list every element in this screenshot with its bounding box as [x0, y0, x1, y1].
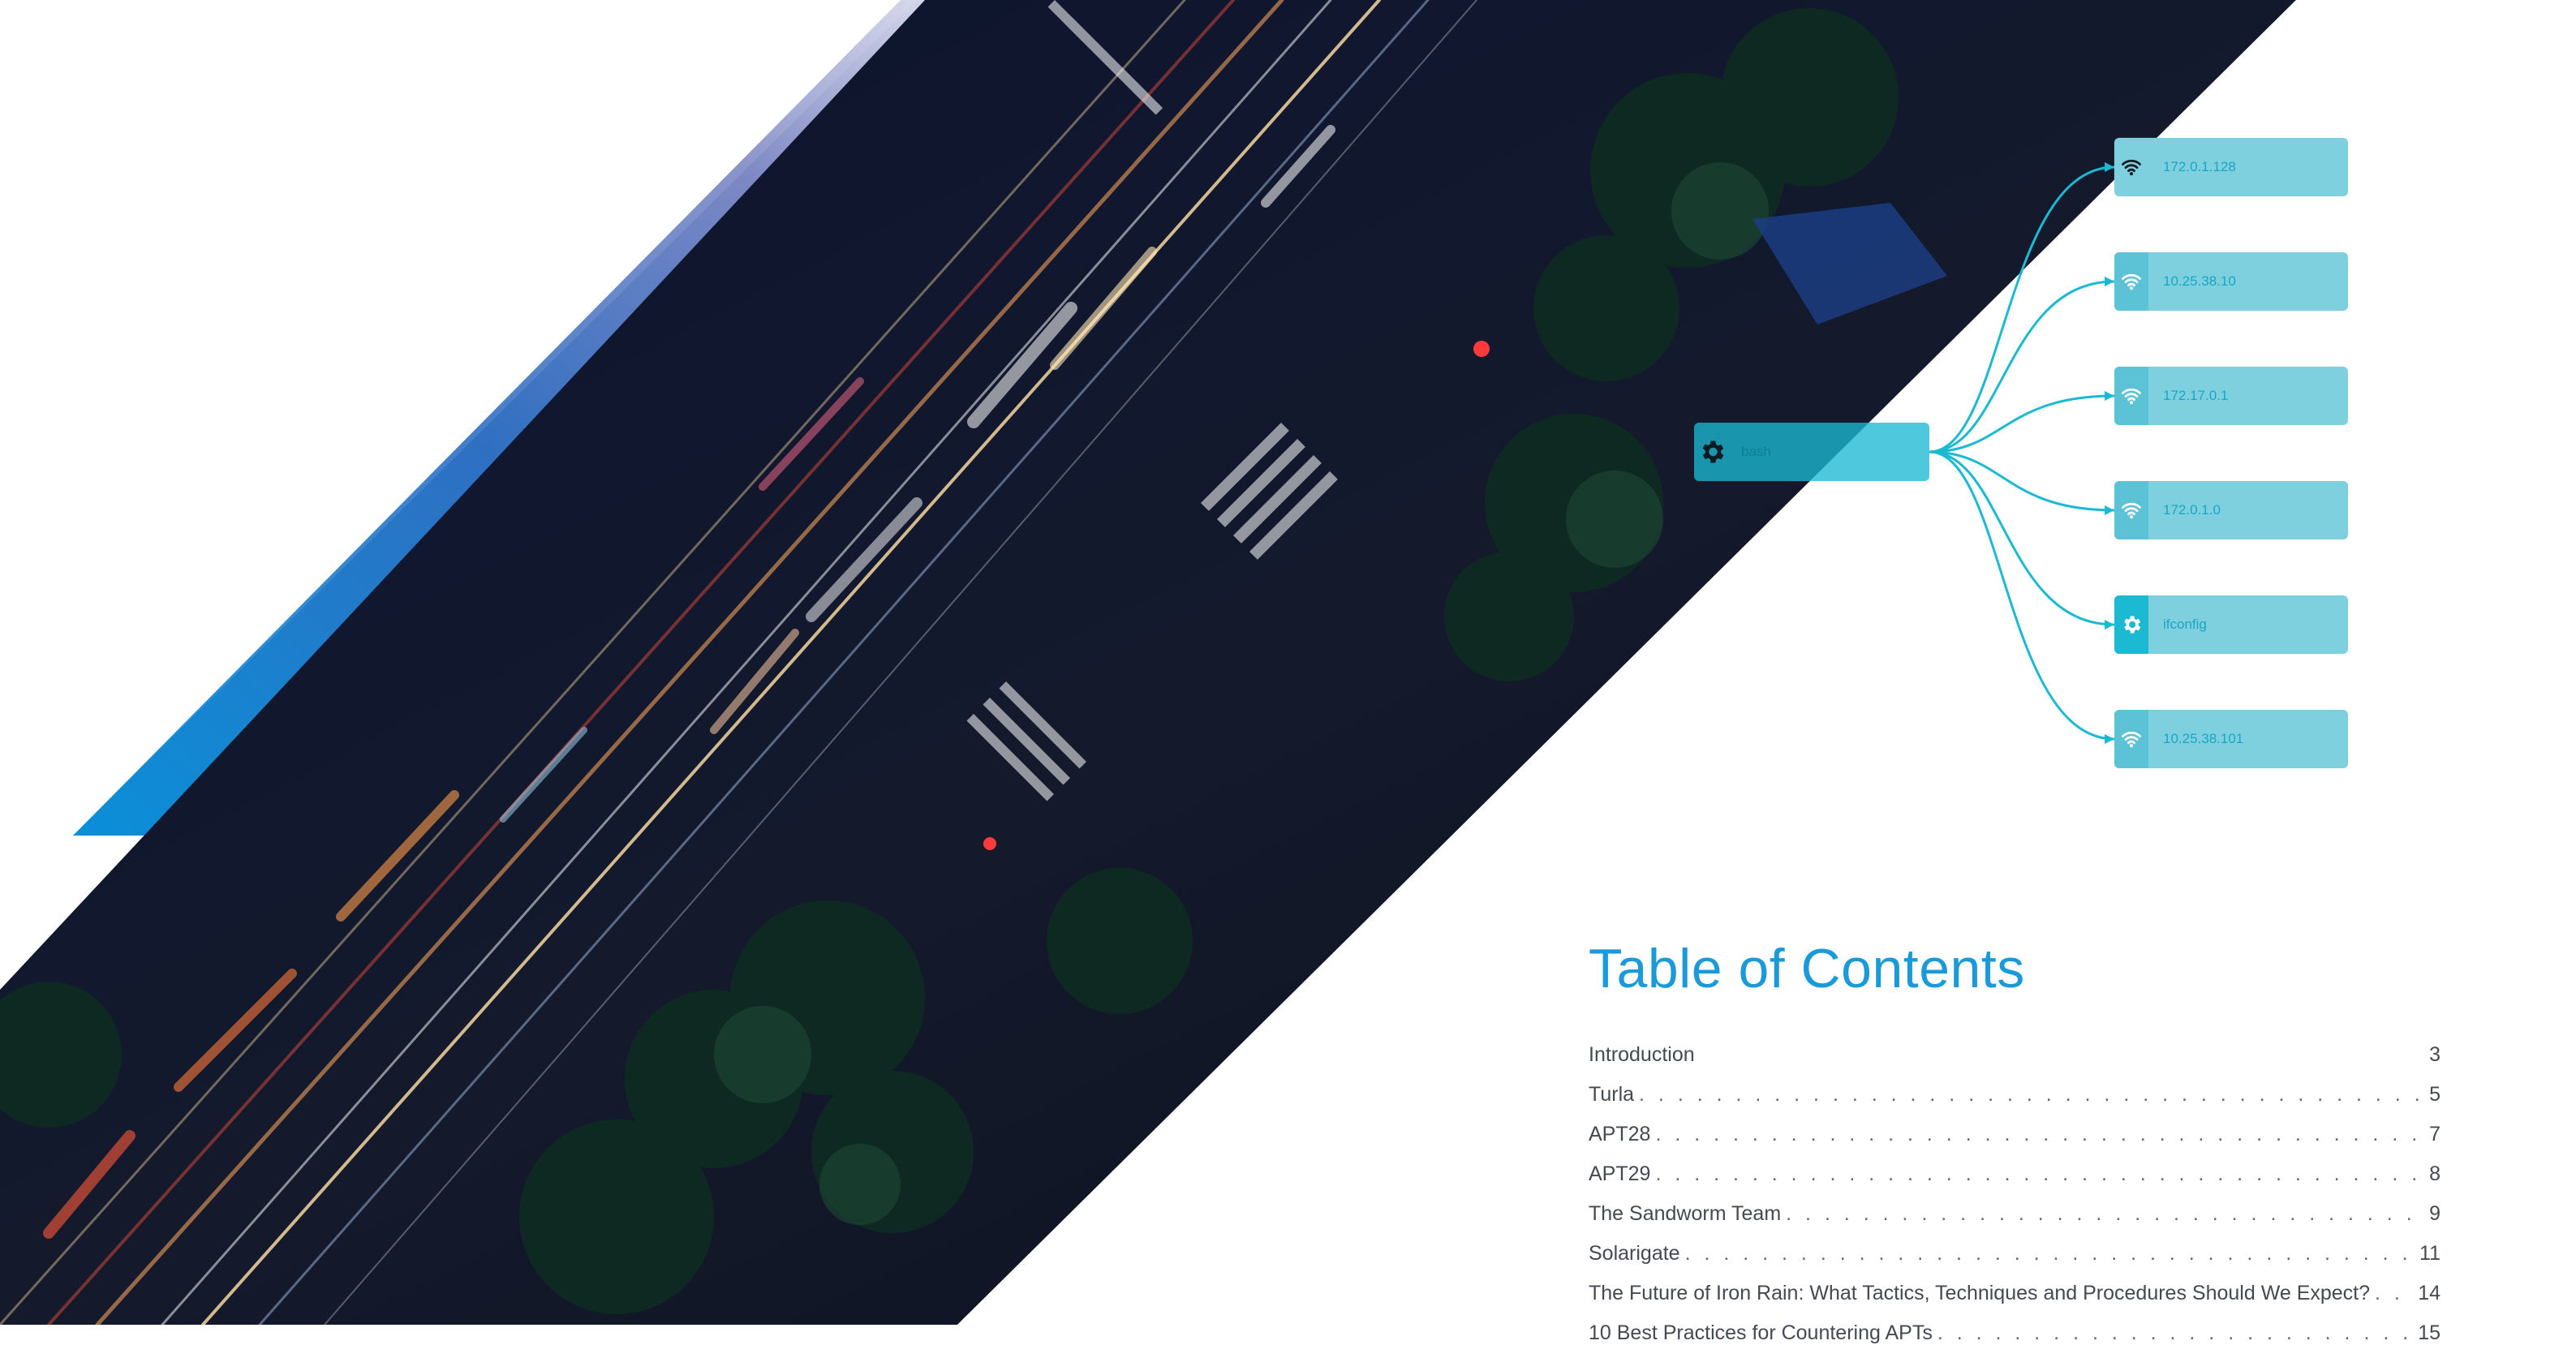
- toc-leader: . . . . . . . . . . . . . . . . . . . . …: [2375, 1282, 2413, 1304]
- toc-entry-page: 15: [2418, 1321, 2441, 1344]
- toc-entry[interactable]: APT28 . . . . . . . . . . . . . . . . . …: [1589, 1107, 2441, 1146]
- toc-entry-page: 8: [2429, 1162, 2441, 1185]
- wifi-icon: [2122, 388, 2141, 405]
- toc-leader: . . . . . . . . . . . . . . . . . . . . …: [1639, 1083, 2424, 1106]
- toc-entry[interactable]: The Sandworm Team . . . . . . . . . . . …: [1589, 1186, 2441, 1226]
- toc-entry-title: 10 Best Practices for Countering APTs: [1589, 1321, 1933, 1344]
- toc-entry-title: APT28: [1589, 1123, 1651, 1145]
- toc-leader: . . . . . . . . . . . . . . . . . . . . …: [1786, 1202, 2424, 1225]
- target-node-label: 10.25.38.10: [2163, 273, 2236, 289]
- target-node-label: 172.0.1.128: [2163, 159, 2236, 174]
- toc-entry-title: Turla: [1589, 1083, 1635, 1106]
- toc-entry[interactable]: Introduction . . . . . . . . . . . . . .…: [1589, 1027, 2441, 1067]
- toc-entry[interactable]: 10 Best Practices for Countering APTs . …: [1589, 1305, 2441, 1345]
- target-node: 10.25.38.10: [2114, 252, 2348, 311]
- target-node-label: 10.25.38.101: [2163, 731, 2244, 746]
- target-node: ifconfig: [2114, 595, 2348, 654]
- toc-entry[interactable]: Turla . . . . . . . . . . . . . . . . . …: [1589, 1067, 2441, 1107]
- toc-entry[interactable]: Solarigate . . . . . . . . . . . . . . .…: [1589, 1226, 2441, 1266]
- wifi-icon: [2122, 731, 2141, 748]
- target-node-label: 172.17.0.1: [2163, 388, 2229, 403]
- toc-entry-title: The Sandworm Team: [1589, 1202, 1782, 1225]
- wifi-icon: [2122, 159, 2141, 176]
- toc-entry-page: 5: [2429, 1083, 2441, 1106]
- toc-entry[interactable]: The Future of Iron Rain: What Tactics, T…: [1589, 1266, 2441, 1305]
- table-of-contents: Table of Contents Introduction . . . . .…: [1589, 933, 2441, 1345]
- target-node: 172.17.0.1: [2114, 367, 2348, 425]
- toc-entry-page: 3: [2429, 1043, 2441, 1066]
- toc-entry-title: Solarigate: [1589, 1242, 1680, 1265]
- target-node-label: 172.0.1.0: [2163, 502, 2221, 518]
- target-node-label: ifconfig: [2163, 617, 2207, 632]
- wifi-icon: [2122, 502, 2141, 519]
- gear-icon: [2124, 616, 2141, 634]
- toc-entry-title: Introduction: [1589, 1043, 1695, 1066]
- toc-entry[interactable]: APT29 . . . . . . . . . . . . . . . . . …: [1589, 1146, 2441, 1186]
- target-node: 10.25.38.101: [2114, 710, 2348, 768]
- toc-entry-page: 9: [2429, 1202, 2441, 1225]
- toc-title: Table of Contents: [1589, 938, 2025, 999]
- toc-entry-title: APT29: [1589, 1162, 1651, 1185]
- toc-leader: . . . . . . . . . . . . . . . . . . . . …: [1684, 1242, 2415, 1265]
- toc-entry-page: 7: [2429, 1123, 2441, 1145]
- source-node-bash: bash: [1694, 423, 1929, 481]
- toc-entry-title: The Future of Iron Rain: What Tactics, T…: [1589, 1282, 2371, 1304]
- target-node: 172.0.1.128: [2114, 138, 2348, 196]
- toc-leader: . . . . . . . . . . . . . . . . . . . . …: [1655, 1162, 2424, 1185]
- wifi-icon: [2122, 273, 2141, 290]
- gear-icon: [1702, 440, 1724, 463]
- toc-entry-page: 14: [2418, 1282, 2441, 1304]
- source-node-label: bash: [1741, 444, 1771, 459]
- toc-leader: . . . . . . . . . . . . . . . . . . . . …: [1700, 1043, 2424, 1067]
- toc-leader: . . . . . . . . . . . . . . . . . . . . …: [1655, 1123, 2424, 1145]
- target-node: 172.0.1.0: [2114, 481, 2348, 539]
- toc-leader: . . . . . . . . . . . . . . . . . . . . …: [1937, 1321, 2413, 1344]
- toc-entry-page: 11: [2419, 1242, 2441, 1265]
